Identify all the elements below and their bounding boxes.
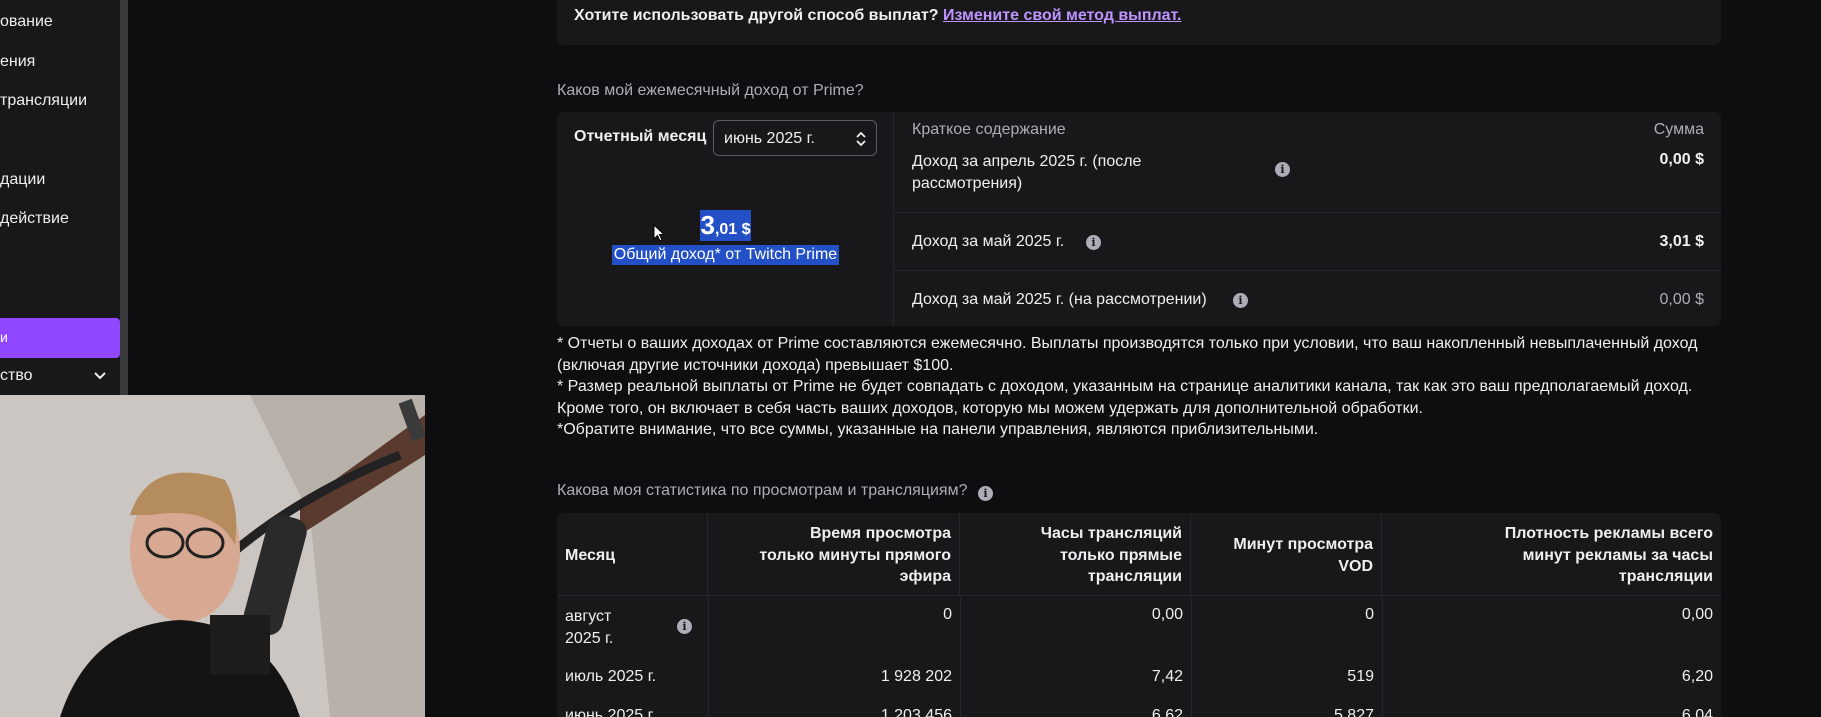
table-cell-vod-minutes: 0 — [1365, 606, 1374, 623]
summary-row-april-value: 0,00 $ — [1659, 151, 1704, 168]
sidebar-item-2[interactable]: ения — [0, 53, 35, 71]
info-icon[interactable]: i — [1233, 293, 1248, 308]
change-payout-method-link[interactable]: Измените свой метод выплат. — [943, 7, 1181, 24]
table-cell-ad-density: 6,04 — [1681, 707, 1713, 717]
webcam-overlay — [0, 395, 425, 717]
mouse-cursor-icon — [653, 224, 665, 242]
payout-method-banner: Хотите использовать другой способ выплат… — [557, 0, 1721, 45]
table-cell-month: июль 2025 г. — [565, 668, 657, 685]
table-cell-vod-minutes: 519 — [1347, 668, 1374, 685]
sidebar-item-3[interactable]: трансляции — [0, 92, 87, 110]
prime-total-panel: Отчетный месяц июнь 2025 г. 3,01 $ Общий… — [557, 112, 894, 326]
summary-row-may-pending-value: 0,00 $ — [1659, 291, 1704, 308]
summary-row-may: Доход за май 2025 г. i 3,01 $ — [895, 212, 1721, 270]
col-header-vod-minutes: Минут просмотра VOD — [1191, 513, 1382, 596]
sidebar-item-4[interactable]: дации — [0, 171, 45, 189]
summary-row-april-label: Доход за апрель 2025 г. (после рассмотре… — [912, 153, 1142, 192]
webcam-person-image — [0, 395, 425, 717]
note-2: * Размер реальной выплаты от Prime не бу… — [557, 378, 1693, 417]
note-3: *Обратите внимание, что все суммы, указа… — [557, 421, 1319, 438]
table-cell-watch-time: 0 — [943, 606, 952, 623]
banner-text: Хотите использовать другой способ выплат… — [574, 7, 943, 24]
note-1: * Отчеты о ваших доходах от Prime состав… — [557, 335, 1698, 374]
sidebar-item-5[interactable]: действие — [0, 210, 69, 228]
report-month-label: Отчетный месяц — [574, 128, 707, 145]
table-cell-stream-hours: 6,62 — [1151, 707, 1183, 717]
sidebar-item-active-label: и — [0, 329, 8, 345]
sidebar-item-1[interactable]: ование — [0, 13, 53, 31]
stats-section-title-text: Какова моя статистика по просмотрам и тр… — [557, 482, 968, 499]
chevron-down-icon[interactable] — [92, 368, 108, 384]
prime-section-title: Каков мой ежемесячный доход от Prime? — [557, 82, 864, 99]
report-month-value: июнь 2025 г. — [724, 130, 815, 147]
prime-summary-panel: Краткое содержание Сумма Доход за апрель… — [895, 112, 1721, 326]
col-header-stream-hours: Часы трансляций только прямые трансляции — [960, 513, 1191, 596]
stats-table-header: Месяц Время просмотра только минуты прям… — [557, 513, 1721, 596]
table-cell-watch-time: 1 203 456 — [880, 707, 952, 717]
total-income: 3,01 $ Общий доход* от Twitch Prime — [557, 210, 894, 265]
summary-row-may-pending-label: Доход за май 2025 г. (на рассмотрении) — [912, 291, 1207, 308]
summary-row-may-label: Доход за май 2025 г. — [912, 233, 1065, 250]
stats-section-title: Какова моя статистика по просмотрам и тр… — [557, 482, 993, 501]
report-month-select[interactable]: июнь 2025 г. — [713, 120, 877, 156]
summary-header-label: Краткое содержание — [912, 121, 1066, 138]
summary-row-may-value: 3,01 $ — [1659, 233, 1704, 250]
total-income-integer: 3 — [700, 210, 715, 240]
stats-table: Месяц Время просмотра только минуты прям… — [557, 513, 1721, 717]
info-icon[interactable]: i — [1275, 162, 1290, 177]
select-arrows-icon — [856, 132, 866, 146]
table-cell-stream-hours: 7,42 — [1151, 668, 1183, 685]
table-cell-watch-time: 1 928 202 — [880, 668, 952, 685]
total-income-fraction: ,01 $ — [714, 221, 751, 238]
table-cell-vod-minutes: 5 827 — [1333, 707, 1374, 717]
sidebar-item-expandable[interactable]: ство — [0, 367, 33, 385]
income-notes: * Отчеты о ваших доходах от Prime состав… — [557, 333, 1721, 441]
total-income-caption: Общий доход* от Twitch Prime — [611, 245, 840, 265]
table-cell-ad-density: 0,00 — [1681, 606, 1713, 623]
table-cell-month: август 2025 г. — [565, 608, 614, 647]
info-icon[interactable]: i — [677, 619, 692, 634]
info-icon[interactable]: i — [1086, 235, 1101, 250]
amount-header-label: Сумма — [1653, 121, 1704, 138]
sidebar-item-active[interactable]: и — [0, 318, 120, 358]
table-cell-ad-density: 6,20 — [1681, 668, 1713, 685]
info-icon[interactable]: i — [977, 486, 993, 501]
summary-row-may-pending: Доход за май 2025 г. (на рассмотрении) i… — [895, 270, 1721, 326]
total-income-amount: 3,01 $ — [700, 210, 751, 241]
sidebar: ование ения трансляции дации действие и … — [0, 0, 128, 395]
col-header-ad-density: Плотность рекламы всего минут рекламы за… — [1504, 525, 1713, 585]
prime-income-card: Отчетный месяц июнь 2025 г. 3,01 $ Общий… — [557, 112, 1721, 326]
table-cell-stream-hours: 0,00 — [1151, 606, 1183, 623]
summary-row-april: Доход за апрель 2025 г. (после рассмотре… — [895, 142, 1721, 212]
col-header-month: Месяц — [557, 513, 708, 596]
table-cell-month: июнь 2025 г. — [565, 707, 656, 717]
summary-header: Краткое содержание Сумма — [895, 112, 1721, 142]
col-header-watch-time: Время просмотра только минуты прямого эф… — [708, 513, 960, 596]
